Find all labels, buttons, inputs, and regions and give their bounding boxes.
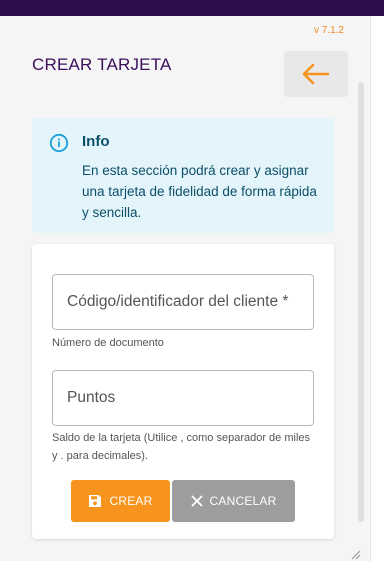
arrow-left-icon	[301, 63, 331, 85]
client-code-helper: Número de documento	[52, 337, 164, 349]
client-code-field[interactable]	[52, 274, 314, 330]
back-button[interactable]	[284, 51, 348, 97]
create-card-form: Número de documento Saldo de la tarjeta …	[32, 244, 334, 539]
resize-handle-icon[interactable]	[349, 547, 361, 560]
points-helper: Saldo de la tarjeta (Utilice , como sepa…	[52, 432, 311, 462]
client-code-input[interactable]	[53, 275, 313, 329]
panel-scrollbar[interactable]	[358, 82, 364, 522]
points-input[interactable]	[53, 371, 313, 425]
create-button[interactable]: CREAR	[71, 480, 170, 522]
app-version: v 7.1.2	[313, 25, 344, 36]
info-alert: Info En esta sección podrá crear y asign…	[32, 118, 334, 233]
info-text: En esta sección podrá crear y asignar un…	[82, 163, 317, 220]
create-button-label: CREAR	[109, 494, 153, 508]
info-circle-icon	[49, 133, 69, 153]
top-bar	[0, 0, 384, 16]
cancel-button-label: CANCELAR	[209, 494, 277, 508]
cancel-button[interactable]: CANCELAR	[172, 480, 295, 522]
close-icon	[191, 495, 210, 507]
info-title: Info	[82, 133, 110, 150]
save-icon	[88, 494, 109, 508]
points-field[interactable]	[52, 370, 314, 426]
page-title: CREAR TARJETA	[32, 55, 172, 74]
